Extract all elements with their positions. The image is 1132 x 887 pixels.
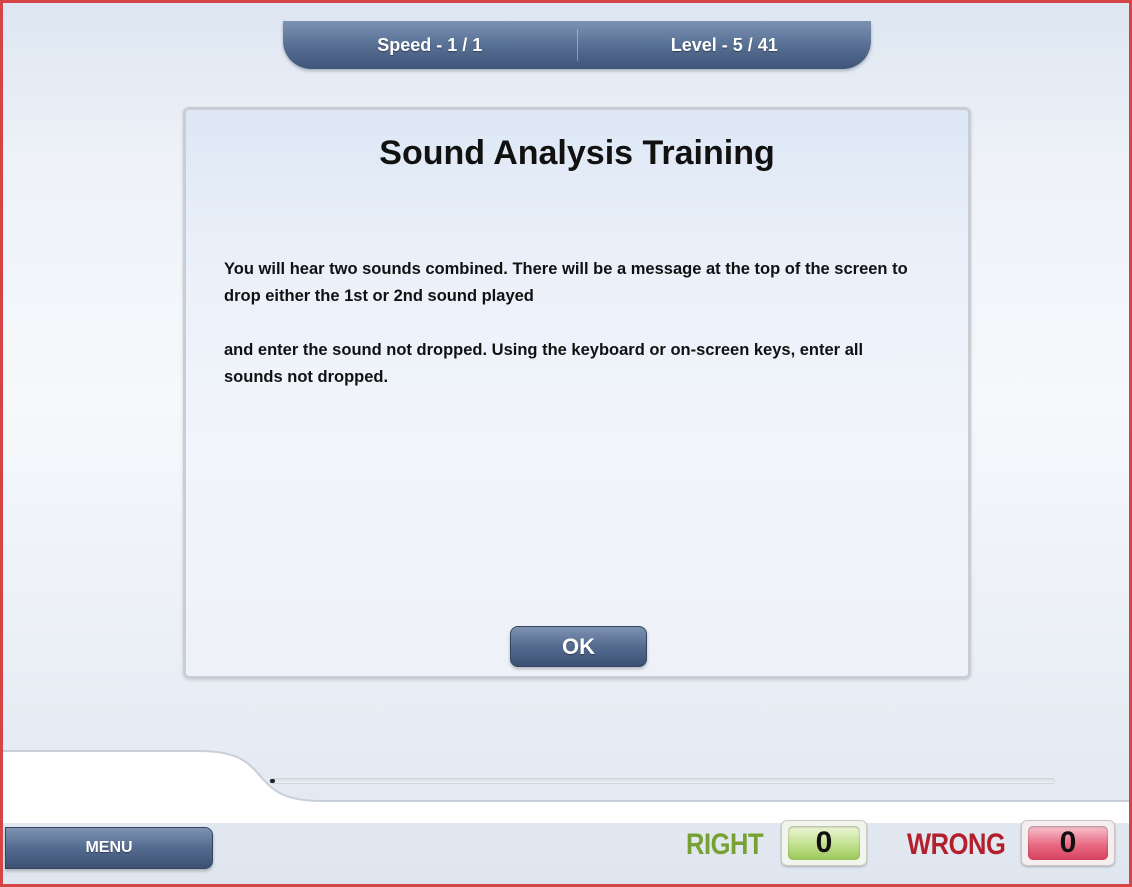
wrong-score-label: WRONG [907,828,1006,861]
ok-button[interactable]: OK [510,626,647,667]
progress-bar [269,778,1055,784]
instruction-paragraph-1: You will hear two sounds combined. There… [224,260,908,305]
instruction-paragraph-2: and enter the sound not dropped. Using t… [224,341,864,386]
wrong-score-value: 0 [1028,826,1108,860]
menu-button[interactable]: MENU [5,827,213,869]
level-indicator: Level - 5 / 41 [670,34,778,55]
speed-indicator: Speed - 1 / 1 [377,34,483,55]
wrong-score-box: 0 [1021,820,1115,866]
app-window: Speed - 1 / 1 Level - 5 / 41 Sound Analy… [0,0,1132,887]
right-score-label: RIGHT [686,828,764,861]
instructions-dialog: Sound Analysis Training You will hear tw… [183,107,971,679]
status-bar: Speed - 1 / 1 Level - 5 / 41 [283,21,871,69]
dialog-body: You will hear two sounds combined. There… [224,256,924,418]
progress-bar-fill [270,779,275,783]
dialog-title: Sound Analysis Training [379,134,775,172]
right-score-box: 0 [781,820,867,866]
right-score-value: 0 [788,826,860,860]
